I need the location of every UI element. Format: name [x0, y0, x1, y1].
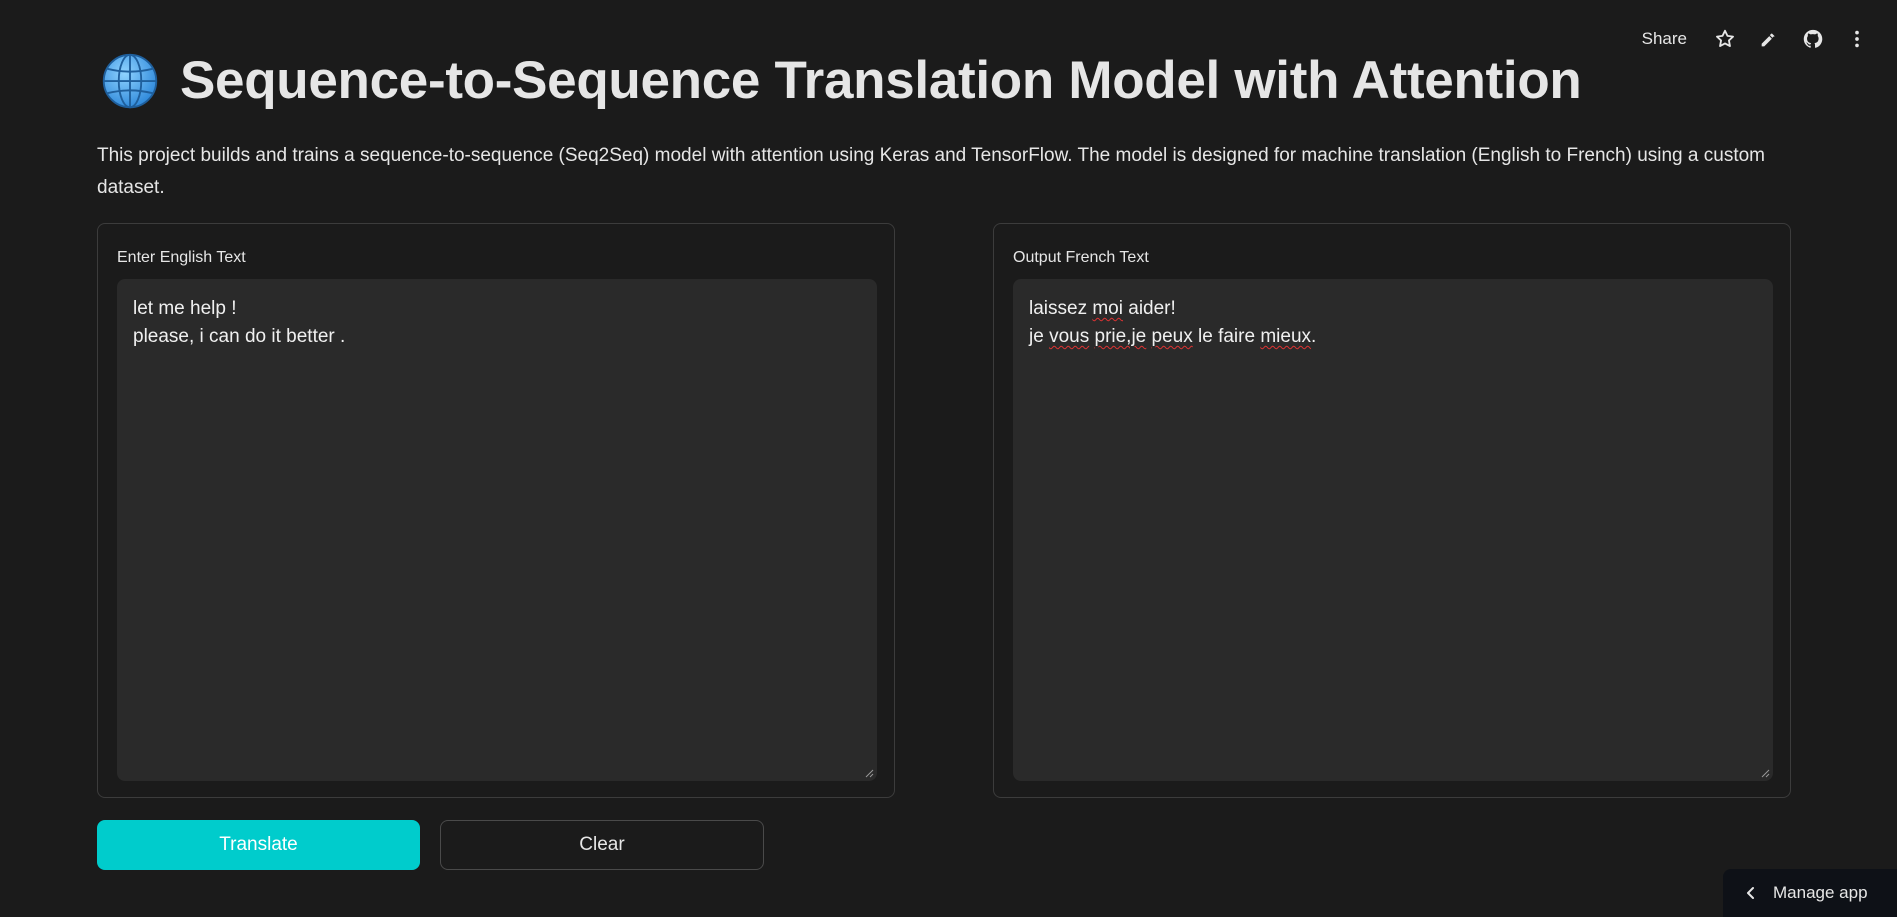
star-icon[interactable]: [1703, 24, 1747, 54]
english-text-line: let me help !: [133, 298, 237, 319]
page-header: Sequence-to-Sequence Translation Model w…: [100, 50, 1582, 111]
french-output-label: Output French Text: [1013, 249, 1149, 266]
english-text-input[interactable]: let me help ! please, i can do it better…: [117, 279, 877, 781]
page-title: Sequence-to-Sequence Translation Model w…: [180, 51, 1582, 110]
manage-app-label: Manage app: [1773, 883, 1868, 902]
clear-button[interactable]: Clear: [440, 820, 764, 870]
app-page: Share Sequence-to-Sequence Translation M…: [0, 0, 1897, 917]
french-text-line: je vous prie,je peux le faire mieux.: [1029, 326, 1317, 347]
share-button[interactable]: Share: [1634, 25, 1695, 53]
globe-icon: [100, 51, 160, 111]
translate-button[interactable]: Translate: [97, 820, 420, 870]
manage-app-button[interactable]: Manage app: [1723, 869, 1897, 917]
english-text-line: please, i can do it better .: [133, 326, 346, 347]
french-text-line: laissez moi aider!: [1029, 298, 1176, 319]
french-output-panel: Output French Text laissez moi aider! je…: [993, 223, 1791, 798]
top-toolbar: Share: [1634, 24, 1879, 54]
pencil-icon[interactable]: [1747, 24, 1791, 54]
resize-grip-icon[interactable]: [864, 768, 874, 778]
github-icon[interactable]: [1791, 24, 1835, 54]
resize-grip-icon[interactable]: [1760, 768, 1770, 778]
chevron-left-icon: [1743, 885, 1759, 901]
more-vertical-icon[interactable]: [1835, 24, 1879, 54]
english-input-panel: Enter English Text let me help ! please,…: [97, 223, 895, 798]
french-text-output[interactable]: laissez moi aider! je vous prie,je peux …: [1013, 279, 1773, 781]
english-input-label: Enter English Text: [117, 249, 246, 266]
page-description: This project builds and trains a sequenc…: [97, 145, 1765, 198]
